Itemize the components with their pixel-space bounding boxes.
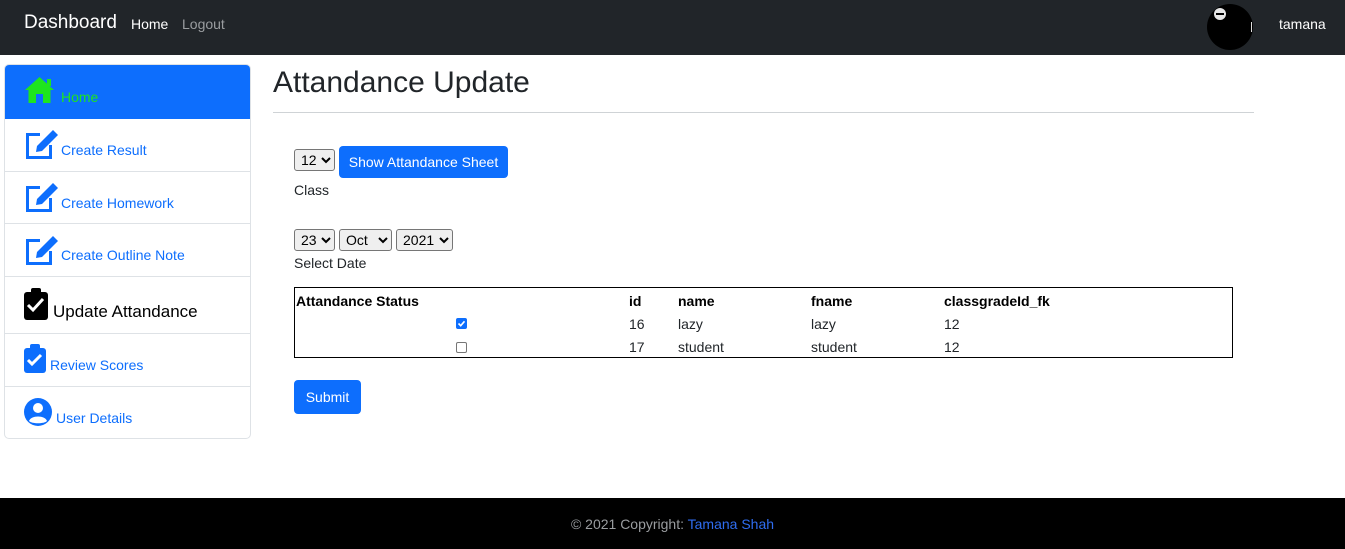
nav-logout-link[interactable]: Logout — [182, 16, 225, 32]
sidebar-item-label: Create Result — [61, 142, 147, 158]
class-label: Class — [294, 182, 330, 198]
author-link[interactable]: Tamana Shah — [688, 516, 774, 532]
sidebar-item-label: Create Homework — [61, 195, 174, 211]
table-cell-name: lazy — [678, 316, 703, 332]
sidebar: Home Create Result Create Homework Creat… — [4, 64, 251, 439]
sidebar-item-label: User Details — [56, 410, 133, 426]
edit-icon — [23, 181, 59, 216]
year-select[interactable]: 2021 — [396, 229, 453, 251]
username[interactable]: tamana — [1279, 16, 1326, 32]
attandance-table: Attandance Status id name fname classgra… — [294, 287, 1233, 358]
month-select[interactable]: Oct — [339, 229, 392, 251]
select-date-label: Select Date — [294, 255, 367, 271]
table-header-fname: fname — [811, 293, 853, 309]
sidebar-item-label: Create Outline Note — [61, 247, 185, 263]
table-header-classgrade: classgradeId_fk — [944, 293, 1050, 309]
table-cell-fname: lazy — [811, 316, 836, 332]
top-navbar: Dashboard Home Logout tamana — [0, 0, 1345, 55]
table-cell-fname: student — [811, 339, 857, 355]
table-cell-id: 17 — [629, 339, 645, 355]
table-header-status: Attandance Status — [296, 293, 419, 309]
submit-button[interactable]: Submit — [294, 380, 361, 414]
sidebar-item-create-result[interactable]: Create Result — [5, 119, 250, 172]
table-cell-classgrade: 12 — [944, 316, 960, 332]
attandance-checkbox[interactable] — [456, 318, 467, 329]
copyright-text: © 2021 Copyright: Tamana Shah — [0, 516, 1345, 532]
brand-link[interactable]: Dashboard — [24, 12, 117, 34]
avatar-eyes — [1216, 13, 1224, 15]
sidebar-item-label: Review Scores — [50, 357, 144, 373]
avatar[interactable] — [1207, 4, 1253, 50]
sidebar-item-label: Update Attandance — [53, 302, 198, 321]
class-select[interactable]: 12 — [294, 149, 335, 171]
sidebar-item-update-attandance[interactable]: Update Attandance — [5, 277, 250, 334]
sidebar-item-home[interactable]: Home — [5, 65, 250, 119]
table-cell-name: student — [678, 339, 724, 355]
sidebar-item-label: Home — [61, 89, 99, 105]
sidebar-item-create-homework[interactable]: Create Homework — [5, 172, 250, 224]
show-attandance-sheet-button[interactable]: Show Attandance Sheet — [339, 146, 508, 178]
sidebar-item-user-details[interactable]: User Details — [5, 387, 250, 438]
table-header-name: name — [678, 293, 715, 309]
footer: © 2021 Copyright: Tamana Shah — [0, 498, 1345, 549]
table-header-id: id — [629, 293, 642, 309]
nav-home-link[interactable]: Home — [131, 16, 168, 32]
table-cell-id: 16 — [629, 316, 645, 332]
page-title: Attandance Update — [273, 66, 530, 99]
title-divider — [273, 112, 1254, 113]
day-select[interactable]: 23 — [294, 229, 335, 251]
user-circle-icon — [24, 398, 52, 429]
copyright-prefix: © 2021 Copyright: — [570, 516, 684, 532]
house-icon — [23, 75, 56, 108]
attandance-checkbox[interactable] — [456, 342, 467, 353]
clipboard-check-icon — [23, 344, 47, 377]
avatar-divider — [1251, 22, 1252, 32]
edit-icon — [23, 128, 59, 163]
sidebar-item-review-scores[interactable]: Review Scores — [5, 334, 250, 387]
clipboard-check-icon — [23, 287, 49, 324]
sidebar-item-create-outline-note[interactable]: Create Outline Note — [5, 224, 250, 277]
edit-icon — [23, 234, 59, 269]
table-cell-classgrade: 12 — [944, 339, 960, 355]
